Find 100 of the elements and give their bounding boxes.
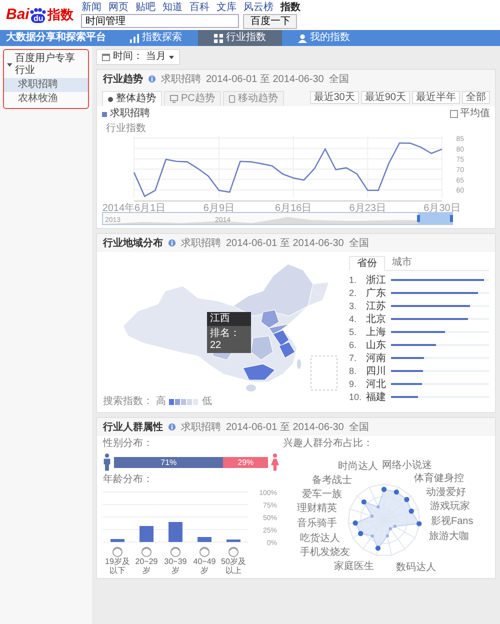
nav-link[interactable]: 网页	[108, 2, 128, 12]
region-name: 山东	[366, 338, 387, 352]
card-title: 行业地域分布	[103, 236, 163, 250]
rank-number: 4.	[349, 314, 358, 324]
meta-text: 2014-06-01 至 2014-06-30	[226, 421, 344, 434]
meta-text: 全国	[328, 73, 349, 86]
age-bar	[110, 539, 124, 542]
bar-chart-icon	[130, 34, 139, 42]
nav-link[interactable]: 知道	[162, 2, 182, 12]
nav-tab[interactable]: 指数探索	[114, 30, 198, 46]
category-label: 50岁及以上	[220, 557, 247, 575]
color-scale-icon	[169, 399, 199, 405]
card-title: 行业人群属性	[103, 420, 163, 434]
range-button[interactable]: 最近90天	[360, 91, 410, 104]
interest-label: 旅游大咖	[429, 531, 469, 542]
interest-label: 动漫爱好	[426, 487, 466, 498]
nav-link[interactable]: 指数	[280, 2, 300, 12]
interest-label: 游戏玩家	[430, 501, 470, 512]
rank-number: 1.	[349, 274, 358, 284]
interest-label: 音乐骑手	[297, 518, 337, 529]
range-navigator[interactable]	[102, 212, 453, 225]
rank-number: 8.	[349, 366, 358, 376]
region-name: 江苏	[366, 300, 387, 312]
interest-label: 手机发烧友	[300, 547, 350, 558]
category-label: 30~39岁	[163, 557, 188, 575]
tab[interactable]: 城市	[385, 256, 419, 270]
logo-text: Bai	[6, 7, 30, 23]
grid-icon	[214, 34, 223, 42]
region-name: 北京	[366, 312, 387, 326]
nav-link[interactable]: 新闻	[81, 2, 102, 12]
tree-item[interactable]: 求职招聘	[4, 78, 88, 92]
region-name: 河北	[366, 378, 387, 390]
time-dropdown[interactable]: 时间： 当月	[96, 49, 180, 65]
rank-number: 10.	[349, 392, 363, 402]
legend-label: 搜索指数：	[103, 396, 153, 408]
meta-text: 求职招聘	[161, 72, 201, 86]
region-name: 四川	[366, 364, 387, 378]
tree-item[interactable]: 农林牧渔	[4, 92, 88, 106]
range-button[interactable]: 全部	[462, 91, 490, 104]
nav-link[interactable]: 百科	[189, 2, 210, 12]
card-title: 行业趋势	[103, 72, 143, 86]
tick-label: 6月16日	[274, 203, 312, 212]
info-icon	[168, 239, 176, 247]
interest-label: 理财精英	[297, 503, 337, 514]
nav-link[interactable]: 风云榜	[243, 2, 274, 12]
phone-icon	[228, 95, 235, 103]
head-icon	[112, 546, 123, 557]
monitor-icon	[170, 95, 178, 103]
female-share-label: 29%	[236, 456, 255, 468]
nav-tab[interactable]: 行业指数	[198, 30, 282, 46]
age-bar	[226, 540, 240, 542]
logo-badge: du	[31, 14, 46, 23]
logo-text: 指数	[47, 7, 74, 23]
interest-label: 数码达人	[396, 562, 436, 573]
tooltip-value: 排名：22	[207, 327, 251, 353]
meta-text: 求职招聘	[181, 420, 221, 434]
head-icon	[199, 546, 210, 557]
tick-label: 6月30日	[424, 203, 460, 212]
nav-link[interactable]: 文库	[216, 2, 236, 12]
section-label: 兴趣人群分布占比：	[283, 438, 373, 450]
caret-icon	[169, 54, 174, 60]
interest-label: 吃货达人	[300, 533, 340, 544]
head-icon	[228, 546, 239, 557]
checkbox[interactable]	[450, 110, 458, 118]
tree-item[interactable]: 百度用户专享行业	[4, 52, 88, 78]
range-button[interactable]: 最近30天	[310, 91, 359, 104]
interest-label: 时尚达人	[338, 461, 378, 472]
category-label: 20~29岁	[134, 557, 159, 575]
axis-title: 行业指数	[106, 123, 146, 134]
region-name: 河南	[366, 352, 387, 364]
head-icon	[170, 546, 181, 557]
rank-number: 3.	[349, 300, 358, 310]
rank-number: 7.	[349, 352, 358, 362]
meta-text: 2014-06-01 至 2014-06-30	[226, 237, 344, 250]
tab[interactable]: 省份	[349, 256, 385, 271]
woman-icon	[271, 452, 279, 472]
paw-toes-icon	[30, 8, 46, 14]
info-icon	[148, 75, 156, 83]
tick-label: 2014年6月1日	[102, 203, 166, 212]
rank-number: 2.	[349, 288, 358, 298]
legend-label: 高	[156, 396, 166, 408]
nav-tab[interactable]: 我的指数	[282, 30, 366, 46]
checkbox-label: 平均值	[460, 108, 490, 120]
range-button[interactable]: 最近半年	[412, 91, 460, 104]
person-icon	[298, 34, 307, 42]
search-button[interactable]: 百度一下	[243, 14, 298, 28]
tick-label: 6月23日	[349, 203, 386, 212]
tick-label: 6月9日	[203, 203, 235, 212]
interest-label: 体育健身控	[414, 473, 464, 484]
meta-text: 求职招聘	[181, 236, 221, 250]
meta-text: 全国	[348, 421, 369, 434]
age-bar	[140, 526, 154, 542]
interest-label: 网络小说迷	[382, 460, 432, 471]
interest-label: 影视Fans	[431, 516, 474, 527]
tab[interactable]: 整体趋势	[102, 91, 162, 106]
info-icon	[168, 423, 176, 431]
section-label: 性别分布：	[103, 438, 154, 450]
nav-link[interactable]: 贴吧	[135, 2, 156, 12]
legend-marker-icon	[102, 112, 107, 116]
search-field[interactable]: 时间管理	[81, 14, 240, 28]
